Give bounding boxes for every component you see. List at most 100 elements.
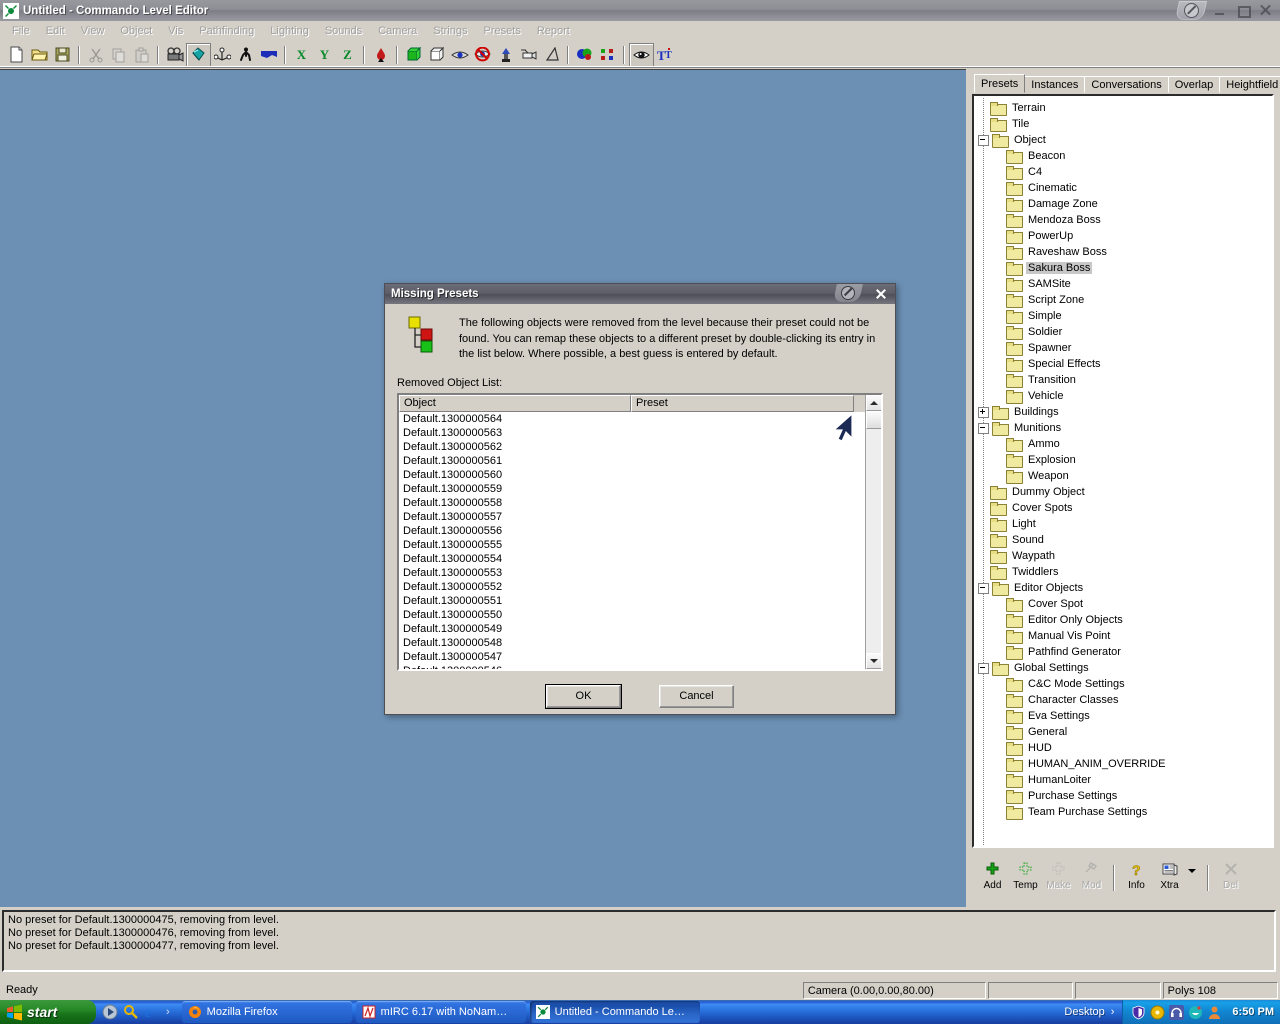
table-row[interactable]: Default.1300000553: [399, 566, 881, 580]
tree-item-c-c-mode-settings[interactable]: C&C Mode Settings: [978, 676, 1272, 692]
walk-mode-icon[interactable]: [234, 44, 257, 66]
quick-launch-chevron[interactable]: ›: [166, 1006, 170, 1018]
tree-item-vehicle[interactable]: Vehicle: [978, 388, 1272, 404]
table-row[interactable]: Default.1300000563: [399, 426, 881, 440]
table-row[interactable]: Default.1300000561: [399, 454, 881, 468]
dialog-close-button[interactable]: [875, 288, 887, 300]
camera-path-icon[interactable]: [517, 44, 540, 66]
desktop-toolbar-label[interactable]: Desktop: [1064, 1006, 1104, 1018]
desktop-chevron-icon[interactable]: ›: [1111, 1006, 1115, 1018]
axis-z-button[interactable]: Z: [336, 44, 359, 66]
tree-item-purchase-settings[interactable]: Purchase Settings: [978, 788, 1272, 804]
drop-to-ground-icon[interactable]: [369, 44, 392, 66]
tree-item-buildings[interactable]: Buildings: [978, 404, 1272, 420]
tree-item-editor-objects[interactable]: Editor Objects: [978, 580, 1272, 596]
tree-item-mendoza-boss[interactable]: Mendoza Boss: [978, 212, 1272, 228]
table-row[interactable]: Default.1300000556: [399, 524, 881, 538]
user-icon[interactable]: [1207, 1005, 1222, 1020]
table-row[interactable]: Default.1300000549: [399, 622, 881, 636]
new-file-icon[interactable]: [5, 44, 28, 66]
tree-item-raveshaw-boss[interactable]: Raveshaw Boss: [978, 244, 1272, 260]
tab-instances[interactable]: Instances: [1024, 76, 1085, 93]
tree-item-general[interactable]: General: [978, 724, 1272, 740]
menu-file[interactable]: File: [4, 23, 38, 40]
tree-item-beacon[interactable]: Beacon: [978, 148, 1272, 164]
axis-y-button[interactable]: Y: [313, 44, 336, 66]
tree-item-waypath[interactable]: Waypath: [978, 548, 1272, 564]
table-row[interactable]: Default.1300000560: [399, 468, 881, 482]
paste-icon[interactable]: [130, 44, 153, 66]
taskbar-item-commando[interactable]: Untitled - Commando Le…: [530, 1001, 700, 1023]
menu-presets[interactable]: Presets: [476, 23, 529, 40]
xtra-button[interactable]: Xtra: [1153, 858, 1186, 898]
menu-object[interactable]: Object: [112, 23, 160, 40]
minimize-button[interactable]: [1213, 4, 1226, 17]
shield-icon[interactable]: [1131, 1005, 1146, 1020]
cd-icon[interactable]: [1150, 1005, 1165, 1020]
table-row[interactable]: Default.1300000550: [399, 608, 881, 622]
tree-item-tile[interactable]: Tile: [978, 116, 1272, 132]
table-row[interactable]: Default.1300000548: [399, 636, 881, 650]
tree-item-transition[interactable]: Transition: [978, 372, 1272, 388]
tree-item-powerup[interactable]: PowerUp: [978, 228, 1272, 244]
tree-item-editor-only-objects[interactable]: Editor Only Objects: [978, 612, 1272, 628]
tree-item-explosion[interactable]: Explosion: [978, 452, 1272, 468]
removed-object-list[interactable]: Object Preset Default.1300000564Default.…: [397, 393, 883, 671]
temp-preset-button[interactable]: Temp: [1009, 858, 1042, 898]
menu-edit[interactable]: Edit: [38, 23, 73, 40]
tree-item-sound[interactable]: Sound: [978, 532, 1272, 548]
maximize-button[interactable]: [1236, 4, 1249, 17]
add-preset-button[interactable]: Add: [976, 858, 1009, 898]
save-file-icon[interactable]: [51, 44, 74, 66]
lighting-icon[interactable]: [494, 44, 517, 66]
tree-item-manual-vis-point[interactable]: Manual Vis Point: [978, 628, 1272, 644]
tree-item-weapon[interactable]: Weapon: [978, 468, 1272, 484]
paint-tool-icon[interactable]: [573, 44, 596, 66]
menu-strings[interactable]: Strings: [425, 23, 475, 40]
taskbar-item-firefox[interactable]: Mozilla Firefox: [182, 1001, 352, 1023]
scrollbar-thumb[interactable]: [866, 411, 882, 429]
vis-disable-icon[interactable]: [471, 44, 494, 66]
axis-x-button[interactable]: X: [290, 44, 313, 66]
table-row[interactable]: Default.1300000552: [399, 580, 881, 594]
table-row[interactable]: Default.1300000555: [399, 538, 881, 552]
tree-item-global-settings[interactable]: Global Settings: [978, 660, 1272, 676]
tree-item-character-classes[interactable]: Character Classes: [978, 692, 1272, 708]
tree-item-twiddlers[interactable]: Twiddlers: [978, 564, 1272, 580]
table-row[interactable]: Default.1300000564: [399, 412, 881, 426]
tree-item-cover-spots[interactable]: Cover Spots: [978, 500, 1272, 516]
tree-item-damage-zone[interactable]: Damage Zone: [978, 196, 1272, 212]
media-player-icon[interactable]: [102, 1004, 118, 1020]
show-wireframe-icon[interactable]: [425, 44, 448, 66]
tree-item-light[interactable]: Light: [978, 516, 1272, 532]
tree-item-script-zone[interactable]: Script Zone: [978, 292, 1272, 308]
table-row[interactable]: Default.1300000557: [399, 510, 881, 524]
tree-item-simple[interactable]: Simple: [978, 308, 1272, 324]
tree-item-pathfind-generator[interactable]: Pathfind Generator: [978, 644, 1272, 660]
tree-item-ammo[interactable]: Ammo: [978, 436, 1272, 452]
menu-pathfinding[interactable]: Pathfinding: [191, 23, 262, 40]
collapse-icon[interactable]: [978, 663, 989, 674]
tab-conversations[interactable]: Conversations: [1084, 76, 1168, 93]
menu-vis[interactable]: Vis: [160, 23, 191, 40]
menu-report[interactable]: Report: [529, 23, 578, 40]
messenger-icon[interactable]: [1188, 1005, 1203, 1020]
table-row[interactable]: Default.1300000551: [399, 594, 881, 608]
terrain-mode-icon[interactable]: [257, 44, 280, 66]
tab-presets[interactable]: Presets: [974, 74, 1025, 93]
table-row[interactable]: Default.1300000546: [399, 664, 881, 671]
measure-icon[interactable]: [540, 44, 563, 66]
tree-item-munitions[interactable]: Munitions: [978, 420, 1272, 436]
dialog-help-icon[interactable]: [833, 284, 863, 302]
collapse-icon[interactable]: [978, 583, 989, 594]
collapse-icon[interactable]: [978, 135, 989, 146]
tree-item-object[interactable]: Object: [978, 132, 1272, 148]
table-row[interactable]: Default.1300000547: [399, 650, 881, 664]
taskbar-clock[interactable]: 6:50 PM: [1232, 1006, 1274, 1018]
tree-item-dummy-object[interactable]: Dummy Object: [978, 484, 1272, 500]
rotate-mode-icon[interactable]: [211, 44, 234, 66]
table-row[interactable]: Default.1300000558: [399, 496, 881, 510]
scroll-down-button[interactable]: [866, 653, 882, 669]
vertex-tool-icon[interactable]: [596, 44, 619, 66]
open-file-icon[interactable]: [28, 44, 51, 66]
